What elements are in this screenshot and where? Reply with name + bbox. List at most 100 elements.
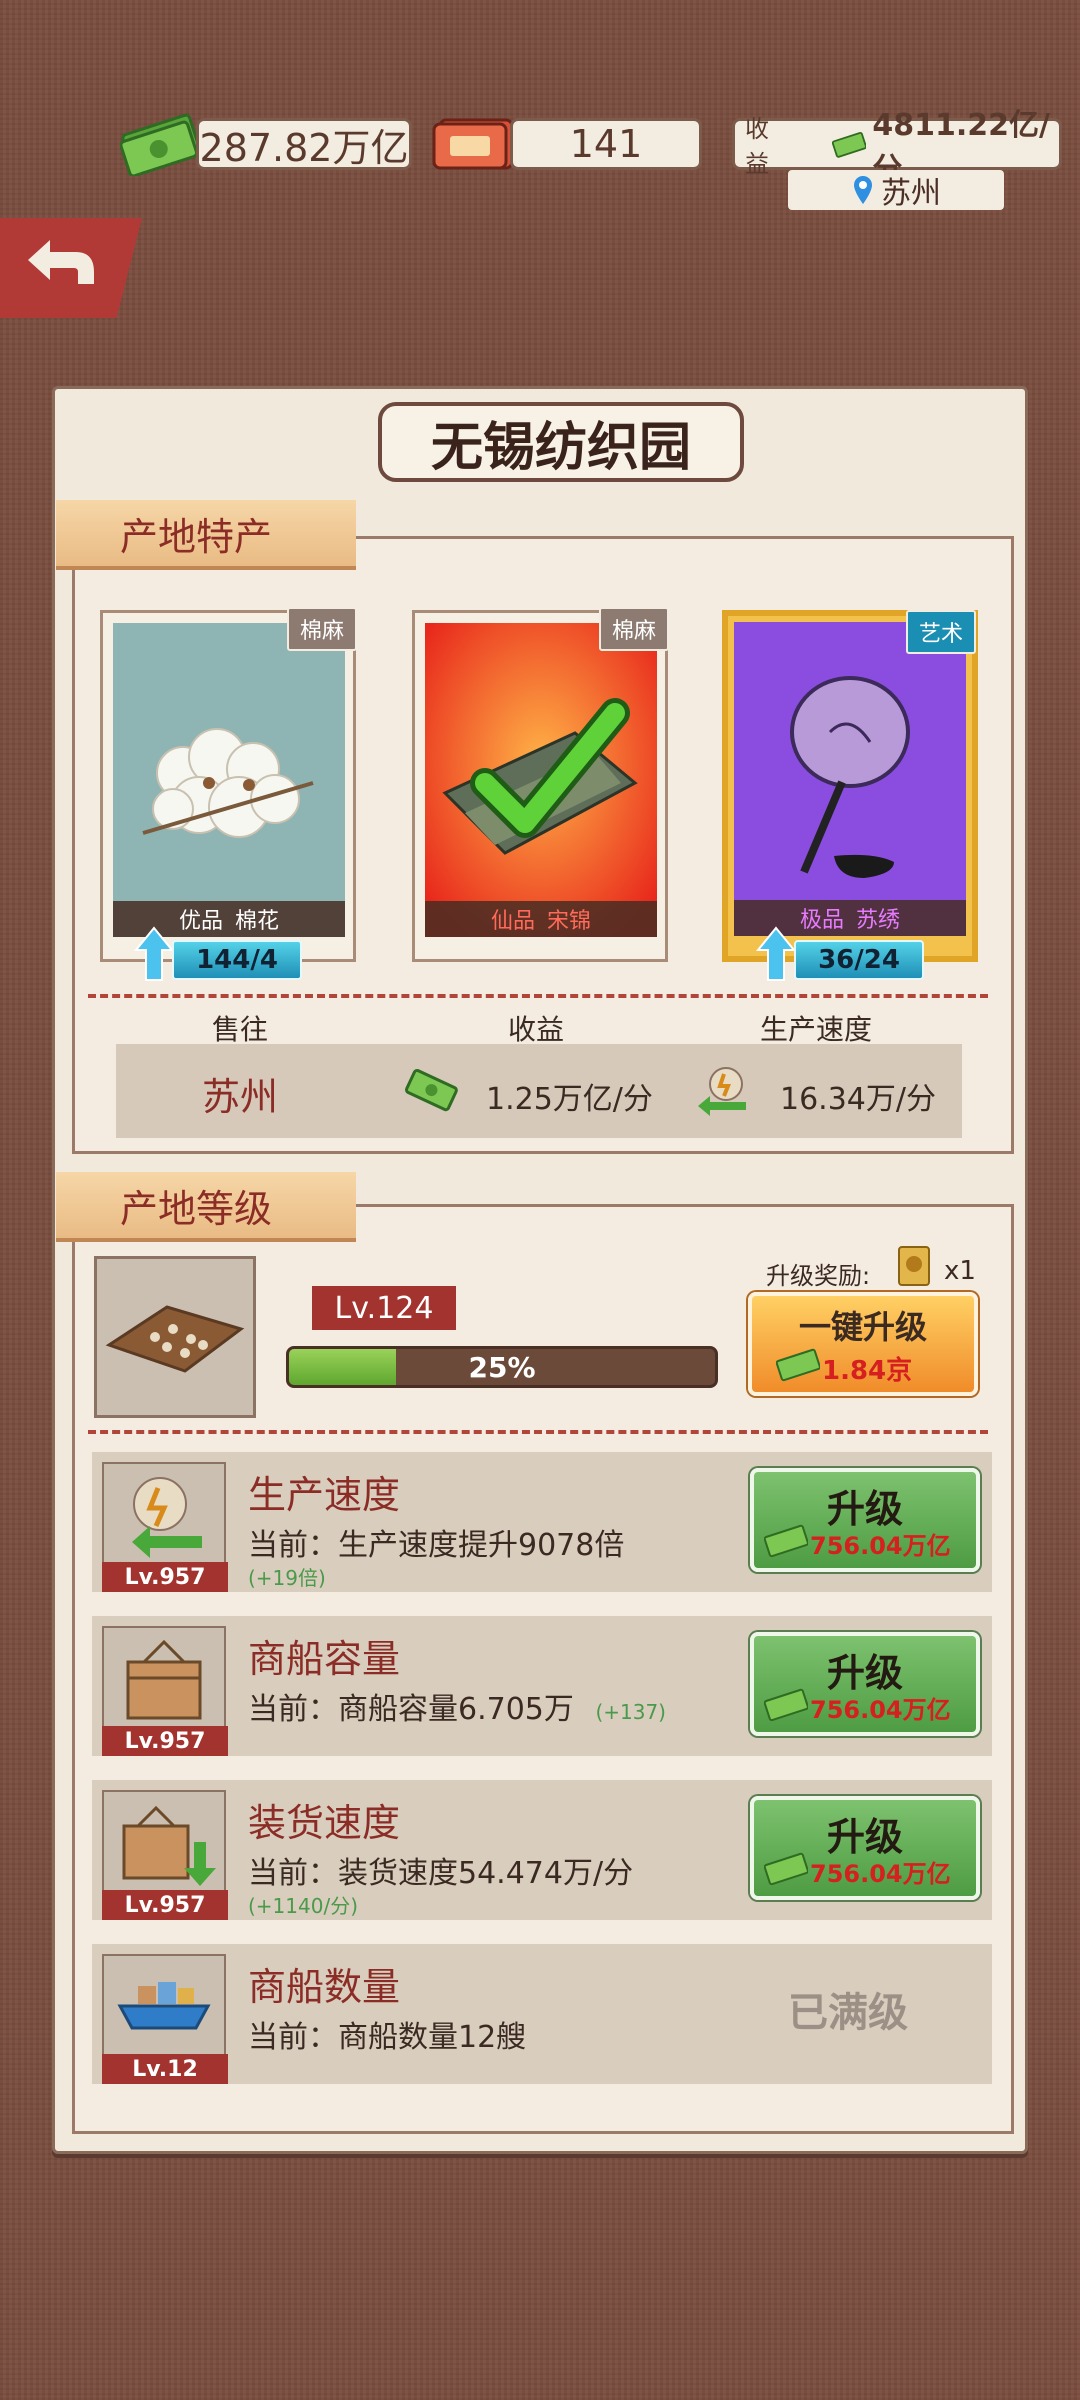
ticket-value: 141 xyxy=(569,122,643,166)
specialty-card-embroidery[interactable]: 艺术 极品 苏绣 xyxy=(722,610,978,962)
ticket-icon xyxy=(432,118,514,170)
ship-count-title: 商船数量 xyxy=(248,1965,401,2009)
reward-card-icon xyxy=(898,1246,930,1286)
cotton-category-tag: 棉麻 xyxy=(287,607,357,651)
specialty-section-title: 产地特产 xyxy=(120,514,273,559)
brocade-name: 宋锦 xyxy=(547,909,592,934)
income-value: 1.25万亿/分 xyxy=(486,1082,653,1117)
origin-progress-bar: 25% xyxy=(286,1346,718,1388)
upgrade-row-production-speed: Lv.957 生产速度 当前：生产速度提升9078倍 (+19倍) 升级 756… xyxy=(92,1452,992,1592)
cotton-grade: 优品 xyxy=(178,909,223,934)
origin-level-ribbon: 产地等级 xyxy=(56,1172,356,1242)
one-key-upgrade-cost: 1.84京 xyxy=(822,1356,913,1386)
production-speed-row-icon xyxy=(102,1462,226,1568)
loading-speed-level: Lv.957 xyxy=(102,1890,228,1920)
reward-count: x1 xyxy=(944,1256,976,1286)
brocade-category-tag: 棉麻 xyxy=(599,607,669,651)
upgrade-row-ship-count: Lv.12 商船数量 当前：商船数量12艘 已满级 xyxy=(92,1944,992,2084)
brocade-category-text: 棉麻 xyxy=(611,619,656,644)
ticket-counter: 141 xyxy=(510,118,702,170)
upgrade-cost: 756.04万亿 xyxy=(810,1696,951,1724)
one-key-cash-icon xyxy=(776,1348,820,1382)
brocade-image xyxy=(425,623,657,937)
upgrade-reward-label: 升级奖励: xyxy=(766,1262,871,1290)
brocade-grade-label: 仙品 宋锦 xyxy=(425,901,657,937)
income-money-icon xyxy=(404,1068,458,1112)
specialty-card-cotton[interactable]: 棉麻 优品 棉花 xyxy=(100,607,357,962)
loading-speed-bonus: (+1140/分) xyxy=(248,1894,358,1918)
production-speed-title: 生产速度 xyxy=(248,1473,401,1517)
sell-to-header: 售往 xyxy=(212,1013,269,1046)
cotton-level: 144/4 xyxy=(196,945,278,975)
production-speed-icon xyxy=(698,1067,746,1116)
upgrade-cost: 756.04万亿 xyxy=(810,1532,951,1560)
income-rate-box: 收益 4811.22亿/分 xyxy=(732,108,1062,187)
embroidery-name: 苏绣 xyxy=(856,908,901,933)
income-header: 收益 xyxy=(508,1013,565,1046)
one-key-upgrade-button[interactable]: 一键升级 1.84京 xyxy=(748,1292,978,1396)
upgrade-cost: 756.04万亿 xyxy=(810,1860,951,1888)
ship-capacity-desc: 当前：商船容量6.705万 xyxy=(248,1692,574,1727)
income-cash-icon xyxy=(832,132,867,158)
upgrade-cash-icon xyxy=(764,1688,808,1722)
loading-speed-desc: 当前：装货速度54.474万/分 xyxy=(248,1856,634,1891)
ship-capacity-desc-line: 当前：商船容量6.705万 (+137) xyxy=(248,1684,666,1728)
upgrade-cash-icon xyxy=(764,1524,808,1558)
cash-icon xyxy=(120,113,200,176)
specialty-card-brocade[interactable]: 棉麻 仙品 宋锦 xyxy=(412,607,669,962)
upgrade-row-loading-speed: Lv.957 装货速度 当前：装货速度54.474万/分 (+1140/分) 升… xyxy=(92,1780,992,1920)
ship-count-row-icon xyxy=(102,1954,226,2060)
production-speed-value: 16.34万/分 xyxy=(780,1082,936,1117)
cotton-speed-icon xyxy=(132,1477,202,1558)
panel-title: 无锡纺织园 xyxy=(378,402,744,482)
cash-value: 287.82万亿 xyxy=(199,125,409,170)
production-speed-desc: 当前：生产速度提升9078倍 xyxy=(248,1528,625,1563)
speed-header: 生产速度 xyxy=(760,1013,873,1046)
loading-box-icon xyxy=(122,1805,216,1886)
embroidery-category-text: 艺术 xyxy=(918,622,963,647)
location-name: 苏州 xyxy=(881,176,941,211)
ship-icon xyxy=(117,1982,211,2030)
origin-progress-text: 25% xyxy=(468,1351,536,1384)
crate-icon xyxy=(126,1639,202,1720)
loading-speed-title: 装货速度 xyxy=(248,1801,401,1845)
divider xyxy=(88,1430,988,1434)
ship-count-max-status: 已满级 xyxy=(788,1990,908,2036)
cash-counter: 287.82万亿 xyxy=(196,118,412,170)
production-speed-upgrade-button[interactable]: 升级 756.04万亿 xyxy=(750,1468,980,1572)
origin-level-section-title: 产地等级 xyxy=(120,1186,273,1231)
brocade-grade: 仙品 xyxy=(490,909,535,934)
back-arrow-icon xyxy=(28,240,94,284)
panel-title-text: 无锡纺织园 xyxy=(430,417,691,478)
specialty-ribbon: 产地特产 xyxy=(56,500,356,570)
production-speed-bonus: (+19倍) xyxy=(248,1566,326,1590)
cotton-image xyxy=(113,623,345,937)
loading-speed-upgrade-button[interactable]: 升级 756.04万亿 xyxy=(750,1796,980,1900)
upgrade-cash-icon xyxy=(764,1852,808,1886)
embroidery-fan-image xyxy=(734,622,966,936)
embroidery-category-tag: 艺术 xyxy=(906,610,976,654)
embroidery-grade: 极品 xyxy=(799,908,844,933)
embroidery-upgrade-arrow-icon xyxy=(756,926,796,981)
loading-speed-row-icon xyxy=(102,1790,226,1896)
origin-level-text: Lv.124 xyxy=(334,1290,434,1326)
sell-to-city: 苏州 xyxy=(202,1075,279,1119)
income-label: 收益 xyxy=(745,115,769,178)
cotton-name: 棉花 xyxy=(235,909,280,934)
production-speed-level: Lv.957 xyxy=(102,1562,228,1592)
one-key-upgrade-label: 一键升级 xyxy=(798,1308,927,1346)
location-selector[interactable]: 苏州 xyxy=(788,170,1004,211)
ship-count-level: Lv.12 xyxy=(102,2054,228,2084)
origin-land-image xyxy=(94,1256,256,1418)
ship-capacity-row-icon xyxy=(102,1626,226,1732)
field-icon xyxy=(105,1305,245,1373)
embroidery-level-badge: 36/24 xyxy=(794,940,924,980)
ship-capacity-level: Lv.957 xyxy=(102,1726,228,1756)
cotton-level-badge: 144/4 xyxy=(172,940,302,980)
ship-capacity-title: 商船容量 xyxy=(248,1637,401,1681)
ship-count-desc: 当前：商船数量12艘 xyxy=(248,2020,527,2055)
upgrade-row-ship-capacity: Lv.957 商船容量 当前：商船容量6.705万 (+137) 升级 756.… xyxy=(92,1616,992,1756)
embroidery-level: 36/24 xyxy=(818,945,900,975)
ship-capacity-bonus: (+137) xyxy=(595,1700,666,1724)
ship-capacity-upgrade-button[interactable]: 升级 756.04万亿 xyxy=(750,1632,980,1736)
